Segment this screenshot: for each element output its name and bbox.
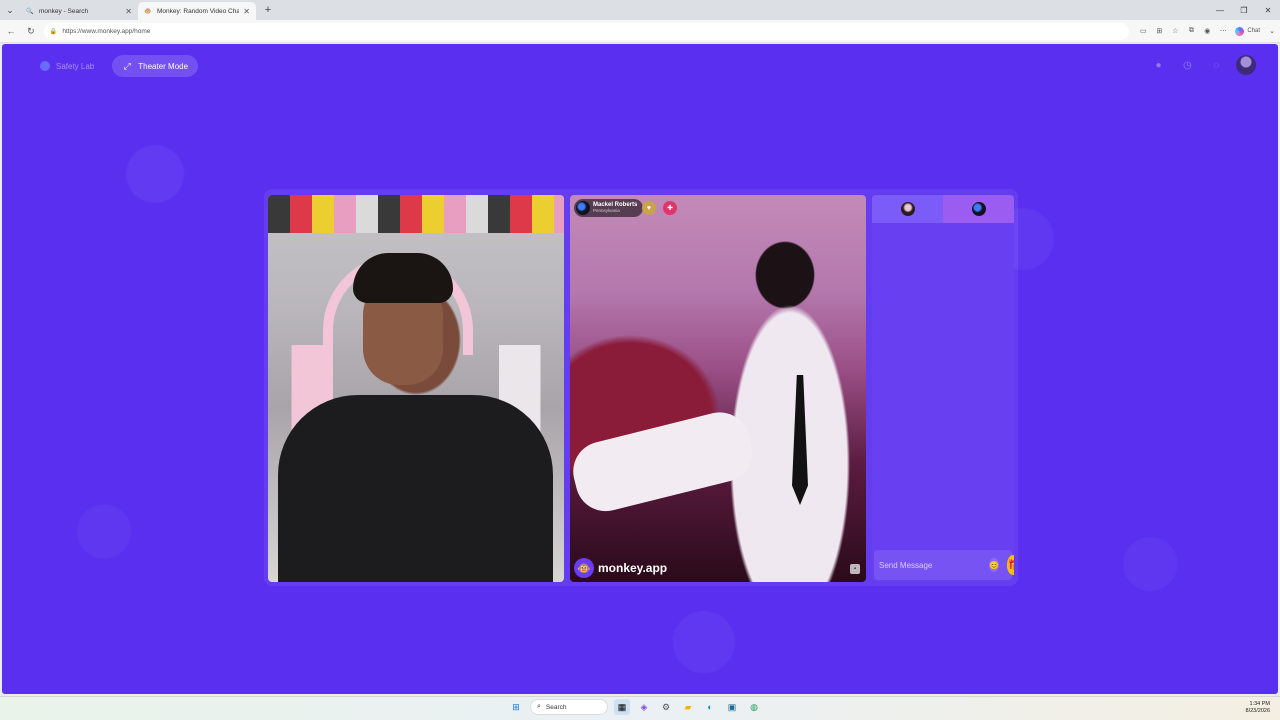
chat-tab-self[interactable] xyxy=(872,195,943,223)
tab-search[interactable]: 🔍 monkey - Search ✕ xyxy=(20,2,138,20)
close-tab-icon[interactable]: ✕ xyxy=(125,7,132,16)
messages-icon[interactable]: ◌ xyxy=(1207,56,1226,75)
self-avatar xyxy=(900,202,915,216)
monkey-favicon-icon: 🐵 xyxy=(144,8,152,15)
address-bar-row: ← ↻ 🔒 https://www.monkey.app/home ▭ ⊞ ☆ … xyxy=(0,20,1280,43)
chat-input-bar: 😊 🎁 xyxy=(874,550,1014,580)
shield-icon xyxy=(40,61,50,71)
refresh-icon[interactable]: ↻ xyxy=(22,22,40,40)
profile-icon[interactable]: ◉ xyxy=(1199,23,1215,39)
remote-user-badge[interactable]: Mackel Roberts Pennsylvania xyxy=(574,199,644,217)
remote-avatar xyxy=(971,202,986,216)
close-window-icon[interactable]: ✕ xyxy=(1256,0,1280,20)
chat-messages xyxy=(872,223,1014,548)
favorite-star-icon[interactable]: ☆ xyxy=(1167,23,1183,39)
remote-user-info: Mackel Roberts Pennsylvania xyxy=(593,202,637,214)
monkey-watermark: 🐵 monkey.app xyxy=(574,558,667,578)
history-icon[interactable]: ◷ xyxy=(1178,56,1197,75)
person-hair xyxy=(353,253,453,303)
windows-start-icon[interactable]: ⊞ xyxy=(508,699,524,715)
copilot-icon[interactable]: ◈ xyxy=(636,699,652,715)
copilot-chat-button[interactable]: Chat xyxy=(1231,23,1264,39)
send-message-input[interactable] xyxy=(879,560,989,570)
file-explorer-icon[interactable]: ▰ xyxy=(680,699,696,715)
add-friend-icon[interactable]: ✚ xyxy=(663,201,677,215)
remote-user-location: Pennsylvania xyxy=(593,208,620,214)
chat-tab-remote[interactable] xyxy=(943,195,1014,223)
chevron-down-icon[interactable]: ⌄ xyxy=(1264,23,1280,39)
monkey-logo-icon: 🐵 xyxy=(574,558,594,578)
windows-taskbar: ⊞ ⌕ Search ▦ ◈ ⚙ ▰ ◐ ▣ ◍ 1:34 PM 8/23/20… xyxy=(0,696,1280,720)
taskbar-search[interactable]: ⌕ Search xyxy=(530,699,608,715)
system-clock[interactable]: 1:34 PM 8/23/2026 xyxy=(1246,701,1270,716)
safety-lab-label: Safety Lab xyxy=(56,61,95,71)
top-left-controls: Safety Lab ⤢ Theater Mode xyxy=(30,55,199,77)
app-icon[interactable]: ◍ xyxy=(746,699,762,715)
heart-icon[interactable]: ♥ xyxy=(642,201,656,215)
video-chat-stage: Mackel Roberts Pennsylvania ♥ ✚ 🐵 monkey… xyxy=(264,189,1018,586)
user-avatar[interactable] xyxy=(1236,55,1256,75)
gift-icon[interactable]: 🎁 xyxy=(1006,555,1014,575)
url-field[interactable]: 🔒 https://www.monkey.app/home xyxy=(43,22,1130,40)
tab-title: monkey - Search xyxy=(39,7,89,15)
close-tab-icon[interactable]: ✕ xyxy=(243,7,250,16)
restore-icon[interactable]: ❐ xyxy=(1232,0,1256,20)
apps-icon[interactable]: ⊞ xyxy=(1151,23,1167,39)
collections-icon[interactable]: ⧉ xyxy=(1183,23,1199,39)
minimize-icon[interactable]: — xyxy=(1208,0,1232,20)
remote-video-feed: Mackel Roberts Pennsylvania ♥ ✚ 🐵 monkey… xyxy=(570,195,866,582)
person-tie xyxy=(792,375,808,505)
widgets-icon[interactable]: ▦ xyxy=(614,699,630,715)
emoji-icon[interactable]: 😊 xyxy=(989,558,999,572)
theater-mode-button[interactable]: ⤢ Theater Mode xyxy=(112,55,199,77)
camera-icon[interactable]: ▭ xyxy=(1135,23,1151,39)
edge-browser-icon[interactable]: ◐ xyxy=(702,699,718,715)
lock-icon: 🔒 xyxy=(49,28,58,35)
chat-panel: 😊 🎁 xyxy=(872,195,1014,582)
chat-tabs xyxy=(872,195,1014,223)
new-tab-button[interactable]: + xyxy=(260,4,276,16)
theater-mode-label: Theater Mode xyxy=(138,61,189,71)
local-video-feed xyxy=(268,195,564,582)
search-icon: ⌕ xyxy=(537,703,541,710)
more-menu-icon[interactable]: ⋯ xyxy=(1215,23,1231,39)
taskbar-search-label: Search xyxy=(545,703,567,711)
url-text: https://www.monkey.app/home xyxy=(62,27,151,35)
remote-user-avatar xyxy=(576,201,590,215)
tab-title: Monkey: Random Video Chat xyxy=(157,7,240,15)
person-arm xyxy=(570,406,759,518)
monkey-app-page: Safety Lab ⤢ Theater Mode ● ◷ ◌ Mackel R… xyxy=(2,44,1278,694)
address-bar-actions: ▭ ⊞ ☆ ⧉ ◉ ⋯ Chat ⌄ xyxy=(1135,23,1280,39)
back-icon[interactable]: ← xyxy=(2,22,20,40)
person-torso xyxy=(278,395,553,582)
copilot-icon xyxy=(1235,26,1245,36)
coin-icon[interactable]: ● xyxy=(1149,56,1168,75)
clock-date: 8/23/2026 xyxy=(1245,708,1270,715)
expand-icon: ⤢ xyxy=(123,60,131,71)
report-icon[interactable]: ▪ xyxy=(850,564,860,574)
browser-tabstrip: ⌄ 🔍 monkey - Search ✕ 🐵 Monkey: Random V… xyxy=(0,0,1280,20)
clock-time: 1:34 PM xyxy=(1249,701,1270,707)
settings-icon[interactable]: ⚙ xyxy=(658,699,674,715)
store-icon[interactable]: ▣ xyxy=(724,699,740,715)
window-controls: — ❐ ✕ xyxy=(1208,0,1280,20)
tab-actions-menu-icon[interactable]: ⌄ xyxy=(0,0,20,20)
search-icon: 🔍 xyxy=(26,8,34,15)
tab-monkey[interactable]: 🐵 Monkey: Random Video Chat ✕ xyxy=(138,2,256,20)
safety-lab-button[interactable]: Safety Lab xyxy=(30,55,104,77)
background-shelves xyxy=(268,195,564,233)
top-right-controls: ● ◷ ◌ xyxy=(1149,55,1256,75)
taskbar-apps: ⊞ ⌕ Search ▦ ◈ ⚙ ▰ ◐ ▣ ◍ xyxy=(508,699,762,715)
watermark-text: monkey.app xyxy=(598,561,668,575)
